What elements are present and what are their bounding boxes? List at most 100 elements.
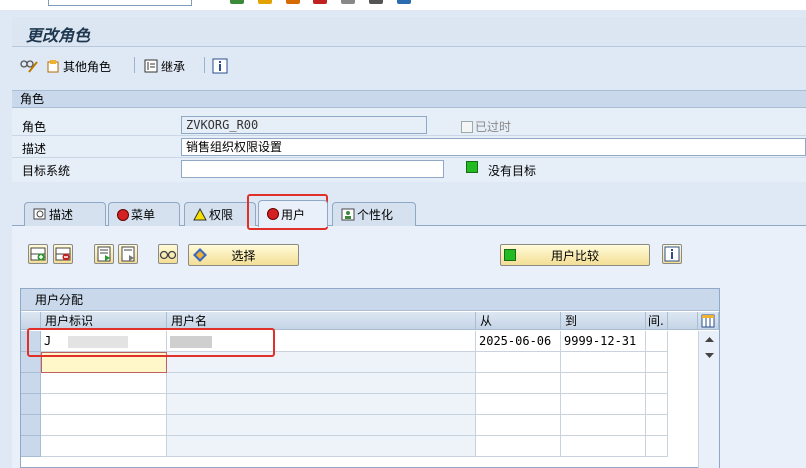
find-icon[interactable] (369, 0, 384, 4)
tab-personalization[interactable]: 个性化 (332, 202, 416, 226)
from-date-cell[interactable] (476, 352, 561, 373)
display-button[interactable] (158, 244, 178, 264)
row-selector[interactable] (21, 436, 41, 457)
to-date-cell[interactable] (561, 394, 646, 415)
back-icon[interactable] (285, 0, 300, 4)
user-name-cell (167, 415, 476, 436)
display-change-button[interactable] (20, 57, 38, 75)
column-header-spacer (668, 312, 698, 330)
tab-menu[interactable]: 菜单 (108, 202, 180, 226)
desc-field[interactable]: 销售组织权限设置 (181, 138, 806, 156)
interval-cell (646, 352, 668, 373)
table-settings-icon (701, 314, 715, 327)
glasses-icon (159, 250, 177, 260)
row-selector[interactable] (21, 373, 41, 394)
save-icon[interactable] (257, 0, 272, 4)
tab-menu-label: 菜单 (131, 208, 156, 222)
role-panel: 角色 角色 ZVKORG_R00 已过时 描述 销售组织权限设置 目标系统 没有… (12, 90, 806, 182)
tab-user-label: 用户 (281, 207, 306, 222)
target-row: 目标系统 没有目标 (12, 158, 806, 180)
select-button-label: 选择 (231, 248, 256, 263)
row-selector[interactable] (21, 415, 41, 436)
column-header-interval[interactable]: 间. (646, 312, 668, 330)
tab-user[interactable]: 用户 (258, 200, 328, 227)
target-label: 目标系统 (22, 164, 71, 178)
to-date-cell[interactable] (561, 373, 646, 394)
role-icon (47, 60, 59, 73)
select-all-button[interactable] (94, 244, 114, 264)
title-bar: 更改角色 (12, 17, 806, 47)
info-button[interactable] (212, 57, 228, 75)
tab-description-label: 描述 (49, 208, 74, 222)
select-button[interactable]: 选择 (188, 244, 299, 266)
new-session-icon[interactable] (396, 0, 411, 4)
top-strip (0, 0, 806, 10)
table-title: 用户分配 (21, 289, 719, 311)
from-date-cell[interactable] (476, 373, 561, 394)
user-id-cell[interactable] (41, 373, 167, 394)
user-id-cell[interactable] (41, 436, 167, 457)
deselect-all-button[interactable] (118, 244, 138, 264)
user-name-cell (167, 394, 476, 415)
checkbox-box (461, 120, 473, 133)
select-all-icon (97, 246, 111, 262)
column-config-button[interactable] (698, 312, 719, 330)
no-target-label: 没有目标 (488, 164, 537, 178)
user-compare-label: 用户比较 (550, 248, 599, 263)
tab-description[interactable]: 描述 (24, 202, 106, 226)
interval-cell (646, 394, 668, 415)
inherit-button[interactable]: 继承 (144, 57, 185, 75)
role-panel-header: 角色 (12, 91, 806, 108)
insert-row-button[interactable] (28, 244, 48, 264)
interval-cell (646, 436, 668, 457)
column-header-from[interactable]: 从 (476, 312, 561, 330)
inherit-icon (144, 59, 158, 73)
to-date-cell[interactable] (561, 352, 646, 373)
target-system-field[interactable] (181, 160, 444, 178)
status-green-icon (504, 249, 516, 261)
insert-row-icon (30, 247, 46, 261)
system-toolbar (230, 0, 610, 6)
interval-cell (646, 331, 668, 352)
delete-row-button[interactable] (53, 244, 73, 264)
red-status-icon (267, 208, 279, 220)
to-date-cell[interactable] (561, 436, 646, 457)
warning-icon (193, 208, 207, 221)
desc-label: 描述 (22, 142, 47, 156)
info-icon (212, 58, 228, 74)
other-role-label: 其他角色 (63, 59, 112, 74)
tab-personalization-label: 个性化 (357, 208, 394, 222)
column-header-to[interactable]: 到 (561, 312, 646, 330)
command-field[interactable] (48, 0, 192, 6)
user-compare-button[interactable]: 用户比较 (500, 244, 650, 266)
cancel-icon[interactable] (313, 0, 328, 4)
description-icon (33, 208, 46, 220)
obsolete-label: 已过时 (475, 120, 512, 134)
from-date-cell[interactable] (476, 394, 561, 415)
highlight-user-row (27, 328, 275, 357)
tab-strip: 描述 菜单 权限 用户 个性化 (12, 200, 806, 227)
from-date-cell[interactable] (476, 415, 561, 436)
page-title: 更改角色 (26, 26, 91, 45)
status-green-icon (466, 161, 478, 173)
enter-icon[interactable] (230, 0, 244, 4)
info-button[interactable] (662, 244, 682, 264)
from-date-cell[interactable] (476, 436, 561, 457)
user-id-cell[interactable] (41, 415, 167, 436)
tab-authorization[interactable]: 权限 (184, 202, 256, 226)
inherit-label: 继承 (161, 59, 186, 74)
to-date-cell[interactable] (561, 415, 646, 436)
toolbar-separator (204, 57, 205, 73)
user-assignment-table: 用户分配 用户标识 用户名 从 到 间. J 2025-06-06 9999-1… (20, 288, 720, 468)
red-status-icon (117, 208, 129, 221)
role-label: 角色 (22, 120, 47, 134)
row-selector[interactable] (21, 394, 41, 415)
toolbar-separator (134, 57, 135, 73)
vertical-scrollbar[interactable] (698, 331, 719, 468)
from-date-cell[interactable]: 2025-06-06 (476, 331, 561, 352)
user-id-cell[interactable] (41, 394, 167, 415)
print-icon[interactable] (341, 0, 356, 4)
other-role-button[interactable]: 其他角色 (46, 57, 111, 75)
to-date-cell[interactable]: 9999-12-31 (561, 331, 646, 352)
obsolete-checkbox[interactable]: 已过时 (461, 118, 511, 135)
